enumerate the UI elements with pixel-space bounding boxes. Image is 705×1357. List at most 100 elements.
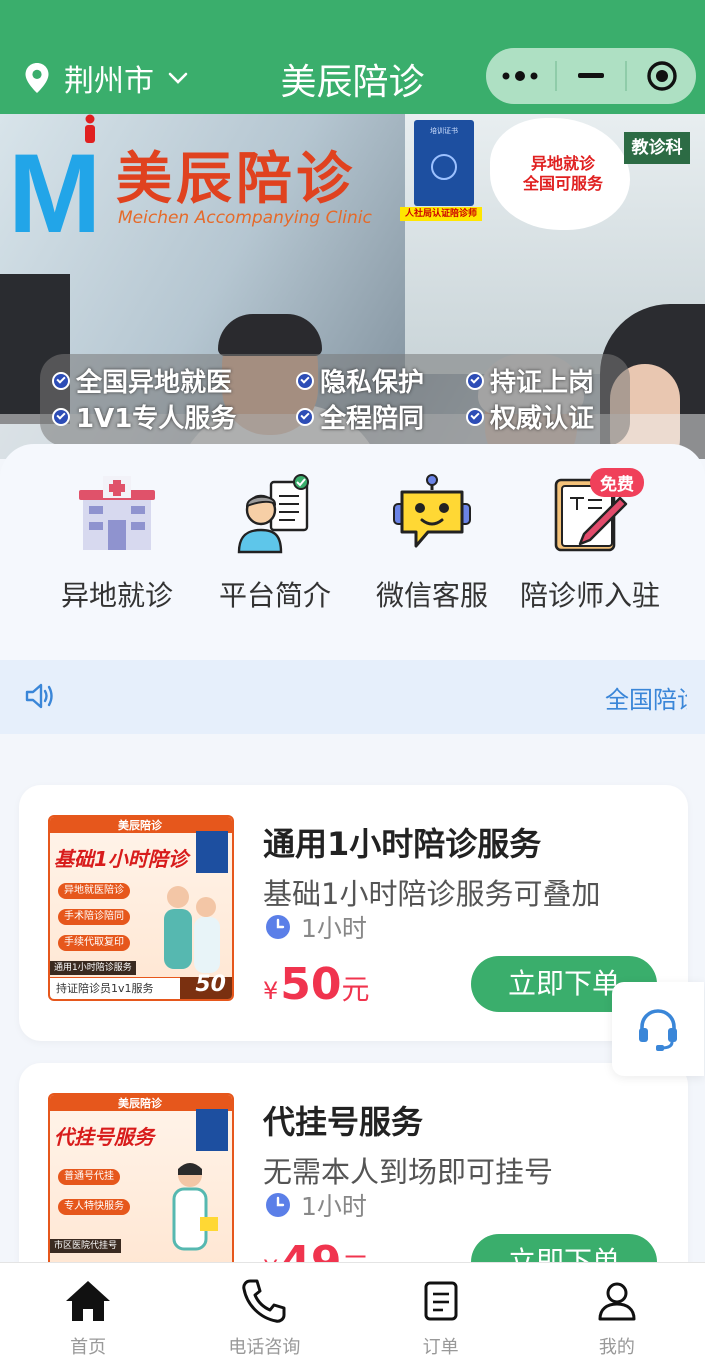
clinic-sign: 教诊科 bbox=[624, 132, 690, 164]
menu-item-wechat-service[interactable]: 微信客服 bbox=[347, 474, 517, 614]
check-circle-icon bbox=[466, 407, 484, 426]
thumb-pill: 普通号代挂 bbox=[58, 1169, 120, 1185]
check-circle-icon bbox=[52, 407, 70, 426]
tab-orders[interactable]: 订单 bbox=[353, 1263, 529, 1357]
service-name: 代挂号服务 bbox=[263, 1103, 424, 1141]
feature-item: 权威认证 bbox=[466, 398, 594, 435]
price-unit: 元 bbox=[341, 973, 370, 1006]
nurses-illustration-icon bbox=[164, 886, 220, 973]
nurse-illustration-icon bbox=[172, 1163, 218, 1251]
menu-item-remote-visit[interactable]: 异地就诊 bbox=[32, 474, 202, 614]
brand-logo-english: Meichen Accompanying Clinic bbox=[118, 208, 372, 228]
service-thumbnail: 美辰陪诊 基础1小时陪诊 异地就医陪诊 手术陪诊陪同 手续代取复印 通用1小时陪… bbox=[48, 815, 234, 1001]
certificate-title: 培训证书 bbox=[430, 127, 458, 135]
order-list-icon bbox=[424, 1281, 458, 1321]
more-options-button[interactable] bbox=[486, 48, 555, 104]
thumb-pill: 专人特快服务 bbox=[58, 1199, 130, 1215]
tab-home[interactable]: 首页 bbox=[0, 1263, 176, 1357]
service-description: 无需本人到场即可挂号 bbox=[263, 1155, 554, 1189]
service-card[interactable]: 美辰陪诊 基础1小时陪诊 异地就医陪诊 手术陪诊陪同 手续代取复印 通用1小时陪… bbox=[19, 785, 688, 1041]
menu-item-label: 微信客服 bbox=[375, 579, 488, 612]
promo-banner[interactable]: M 美辰陪诊 Meichen Accompanying Clinic 培训证书 … bbox=[0, 114, 705, 459]
feature-label: 权威认证 bbox=[490, 404, 595, 434]
certificate-image: 培训证书 bbox=[414, 120, 474, 206]
phone-icon bbox=[242, 1279, 286, 1323]
service-duration: 1小时 bbox=[265, 1187, 367, 1223]
feature-item: 持证上岗 bbox=[466, 362, 594, 399]
thumb-price: 50 bbox=[195, 972, 226, 997]
feature-label: 全程陪同 bbox=[320, 404, 425, 434]
thumb-strip: 市区医院代挂号 bbox=[50, 1239, 122, 1253]
hospital-icon bbox=[79, 476, 155, 550]
price-currency: ¥ bbox=[263, 977, 279, 1005]
feature-label: 全国异地就医 bbox=[76, 368, 233, 398]
close-miniprogram-button[interactable] bbox=[627, 48, 696, 104]
brand-logo-name: 美辰陪诊 bbox=[116, 146, 356, 212]
thumb-brand: 美辰陪诊 bbox=[118, 819, 162, 832]
more-dots-icon bbox=[502, 71, 538, 81]
city-name: 荆州市 bbox=[64, 64, 154, 99]
thumb-brand: 美辰陪诊 bbox=[118, 1097, 162, 1110]
bottom-tab-bar: 首页 电话咨询 订单 我的 bbox=[0, 1262, 705, 1357]
map-caption: 异地就诊 全国可服务 bbox=[508, 154, 618, 194]
top-navigation-bar: 荆州市 美辰陪诊 bbox=[0, 0, 705, 114]
map-caption-line2: 全国可服务 bbox=[522, 174, 603, 193]
thumb-strip: 通用1小时陪诊服务 bbox=[50, 961, 136, 975]
price-value: 50 bbox=[280, 959, 342, 1010]
thumb-pill: 手续代取复印 bbox=[58, 935, 130, 951]
map-caption-line1: 异地就诊 bbox=[530, 154, 595, 173]
feature-item: 隐私保护 bbox=[296, 362, 424, 399]
menu-item-escort-join[interactable]: 免费 陪诊师入驻 bbox=[505, 468, 675, 614]
tab-phone-consult[interactable]: 电话咨询 bbox=[176, 1263, 352, 1357]
service-description: 基础1小时陪诊服务可叠加 bbox=[263, 877, 601, 911]
duration-text: 1小时 bbox=[301, 1192, 367, 1221]
brand-logo-letter: M bbox=[8, 131, 102, 256]
thumb-certificate-icon bbox=[196, 831, 228, 873]
profile-document-icon bbox=[237, 474, 309, 554]
notice-bar[interactable]: 全国陪诊 bbox=[0, 660, 705, 734]
feature-item: 全程陪同 bbox=[296, 398, 424, 435]
feature-panel: 全国异地就医 隐私保护 持证上岗 1V1专人服务 全程陪同 权威认证 bbox=[40, 354, 630, 446]
miniprogram-capsule bbox=[486, 48, 696, 104]
menu-item-label: 异地就诊 bbox=[60, 579, 173, 612]
feature-label: 1V1专人服务 bbox=[76, 404, 237, 434]
logo-person-icon bbox=[85, 114, 95, 143]
notice-text: 全国陪诊 bbox=[605, 686, 687, 714]
feature-label: 隐私保护 bbox=[320, 368, 425, 398]
check-circle-icon bbox=[296, 371, 314, 390]
check-circle-icon bbox=[466, 371, 484, 390]
menu-item-label: 陪诊师入驻 bbox=[519, 579, 660, 612]
chevron-down-icon bbox=[168, 72, 188, 84]
duration-text: 1小时 bbox=[301, 914, 367, 943]
service-price: ¥ 50 元 bbox=[263, 959, 370, 1010]
tab-label: 我的 bbox=[598, 1337, 635, 1357]
certificate-tag: 人社局认证陪诊师 bbox=[400, 207, 482, 221]
floating-customer-service-button[interactable] bbox=[612, 982, 704, 1076]
free-badge: 免费 bbox=[590, 468, 644, 497]
location-pin-icon bbox=[25, 63, 49, 93]
city-selector[interactable]: 荆州市 bbox=[24, 56, 188, 100]
feature-label: 持证上岗 bbox=[490, 368, 595, 398]
tab-label: 订单 bbox=[422, 1337, 459, 1357]
minimize-button[interactable] bbox=[557, 48, 626, 104]
check-circle-icon bbox=[296, 407, 314, 426]
user-icon bbox=[598, 1282, 636, 1321]
certificate-emblem-icon bbox=[431, 154, 457, 180]
thumb-headline: 基础1小时陪诊 bbox=[54, 847, 188, 871]
tab-mine[interactable]: 我的 bbox=[529, 1263, 705, 1357]
menu-item-label: 平台简介 bbox=[218, 579, 331, 612]
minus-icon bbox=[578, 73, 604, 78]
clock-icon bbox=[266, 915, 290, 939]
clock-icon bbox=[266, 1193, 290, 1217]
home-icon bbox=[66, 1281, 111, 1321]
feature-item: 1V1专人服务 bbox=[52, 398, 236, 435]
tab-label: 电话咨询 bbox=[228, 1337, 301, 1357]
check-circle-icon bbox=[52, 371, 70, 390]
thumb-certificate-icon bbox=[196, 1109, 228, 1151]
robot-chat-icon bbox=[393, 474, 471, 548]
service-thumbnail: 美辰陪诊 代挂号服务 普通号代挂 专人特快服务 市区医院代挂号 bbox=[48, 1093, 234, 1279]
service-duration: 1小时 bbox=[265, 909, 367, 945]
menu-item-platform-intro[interactable]: 平台简介 bbox=[190, 474, 360, 614]
thumb-headline: 代挂号服务 bbox=[54, 1125, 154, 1149]
thumb-footer-text: 持证陪诊员1v1服务 bbox=[50, 977, 180, 999]
